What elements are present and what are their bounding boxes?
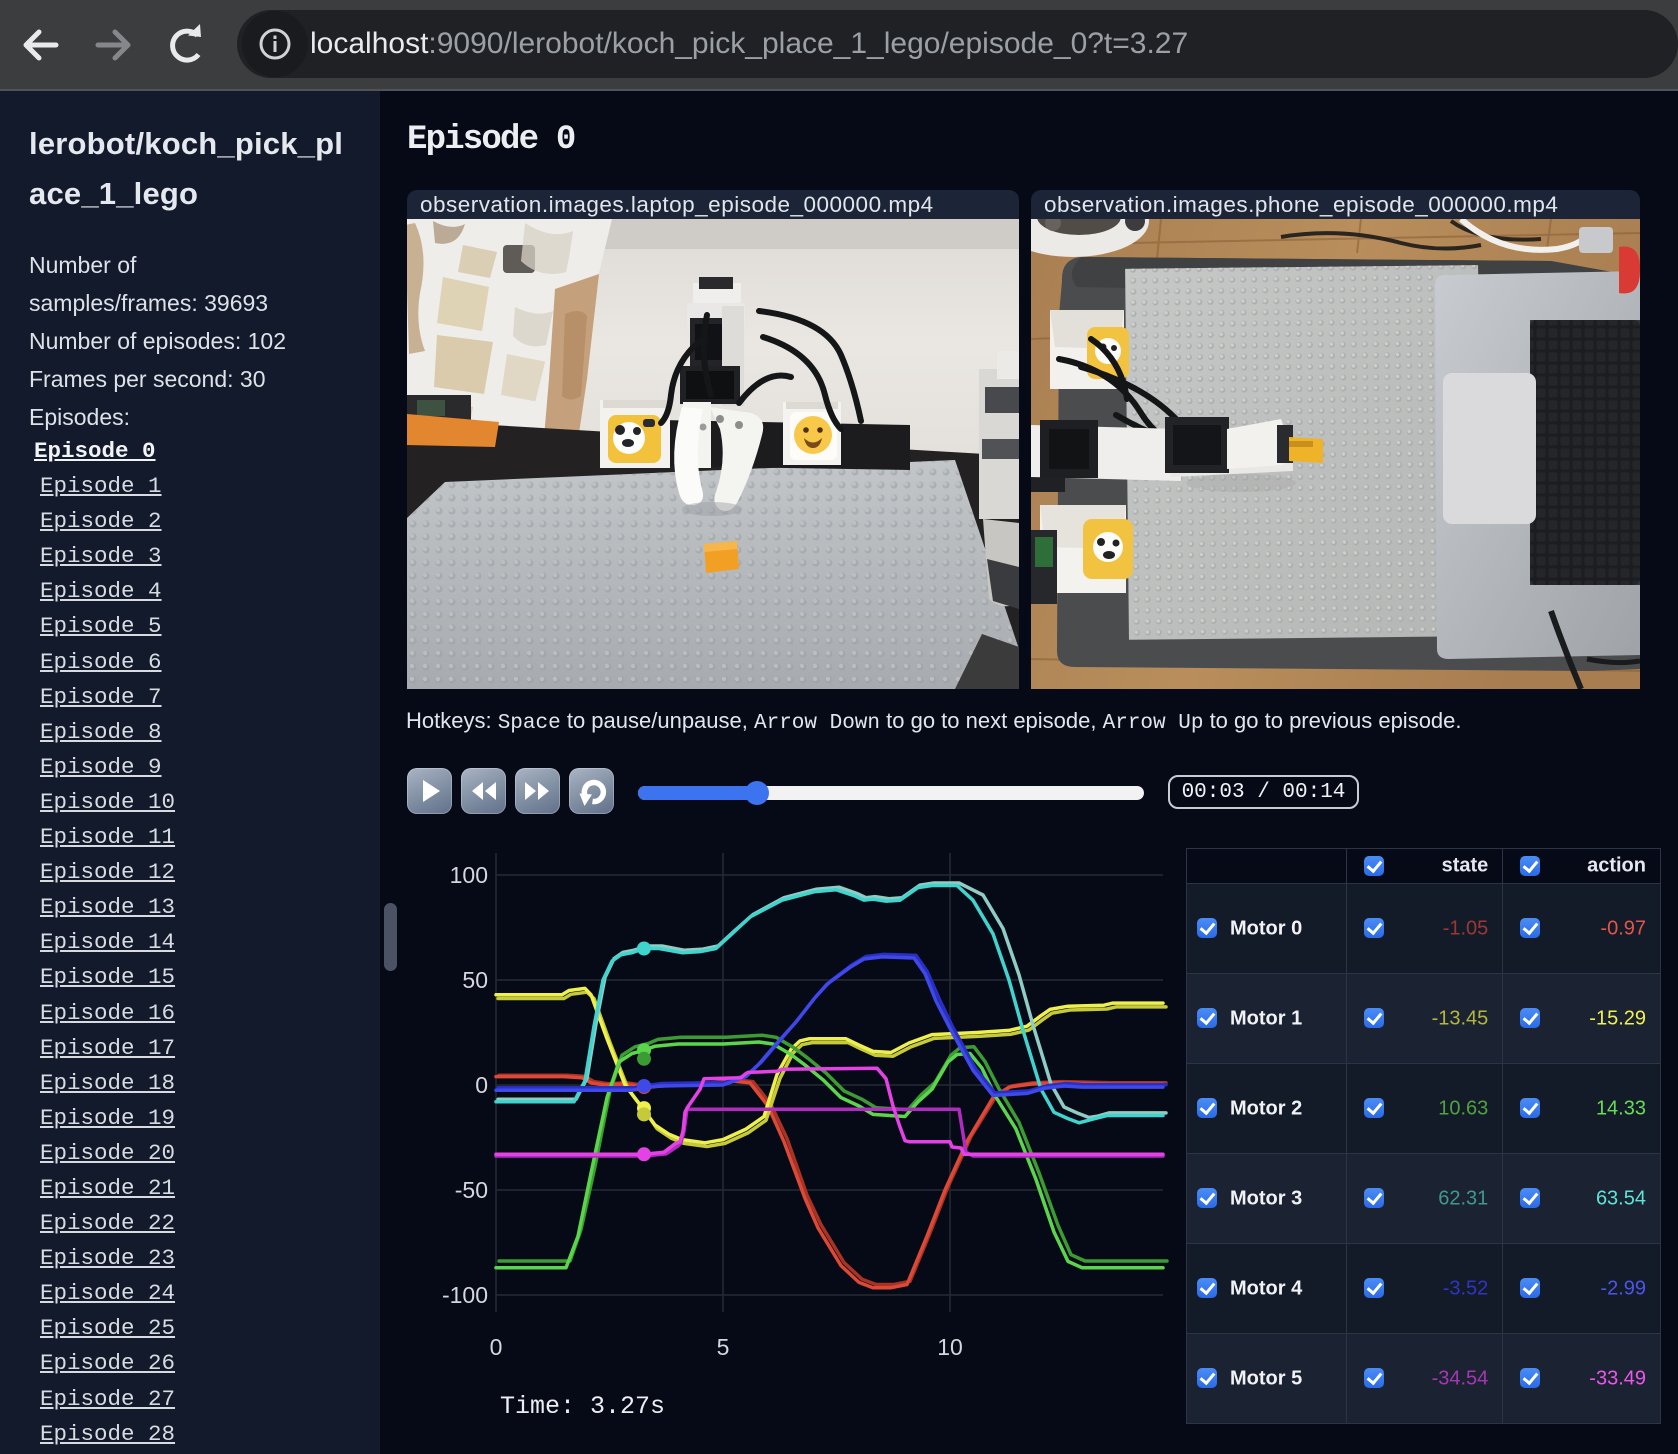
svg-text:-50: -50: [455, 1177, 488, 1203]
svg-text:-100: -100: [442, 1282, 488, 1308]
svg-text:0: 0: [490, 1334, 503, 1360]
svg-text:5: 5: [717, 1334, 730, 1360]
svg-text:10: 10: [937, 1334, 963, 1360]
svg-text:0: 0: [475, 1072, 488, 1098]
svg-text:50: 50: [462, 967, 488, 993]
svg-text:100: 100: [450, 862, 488, 888]
svg-text:Time: 3.27s: Time: 3.27s: [500, 1392, 665, 1421]
